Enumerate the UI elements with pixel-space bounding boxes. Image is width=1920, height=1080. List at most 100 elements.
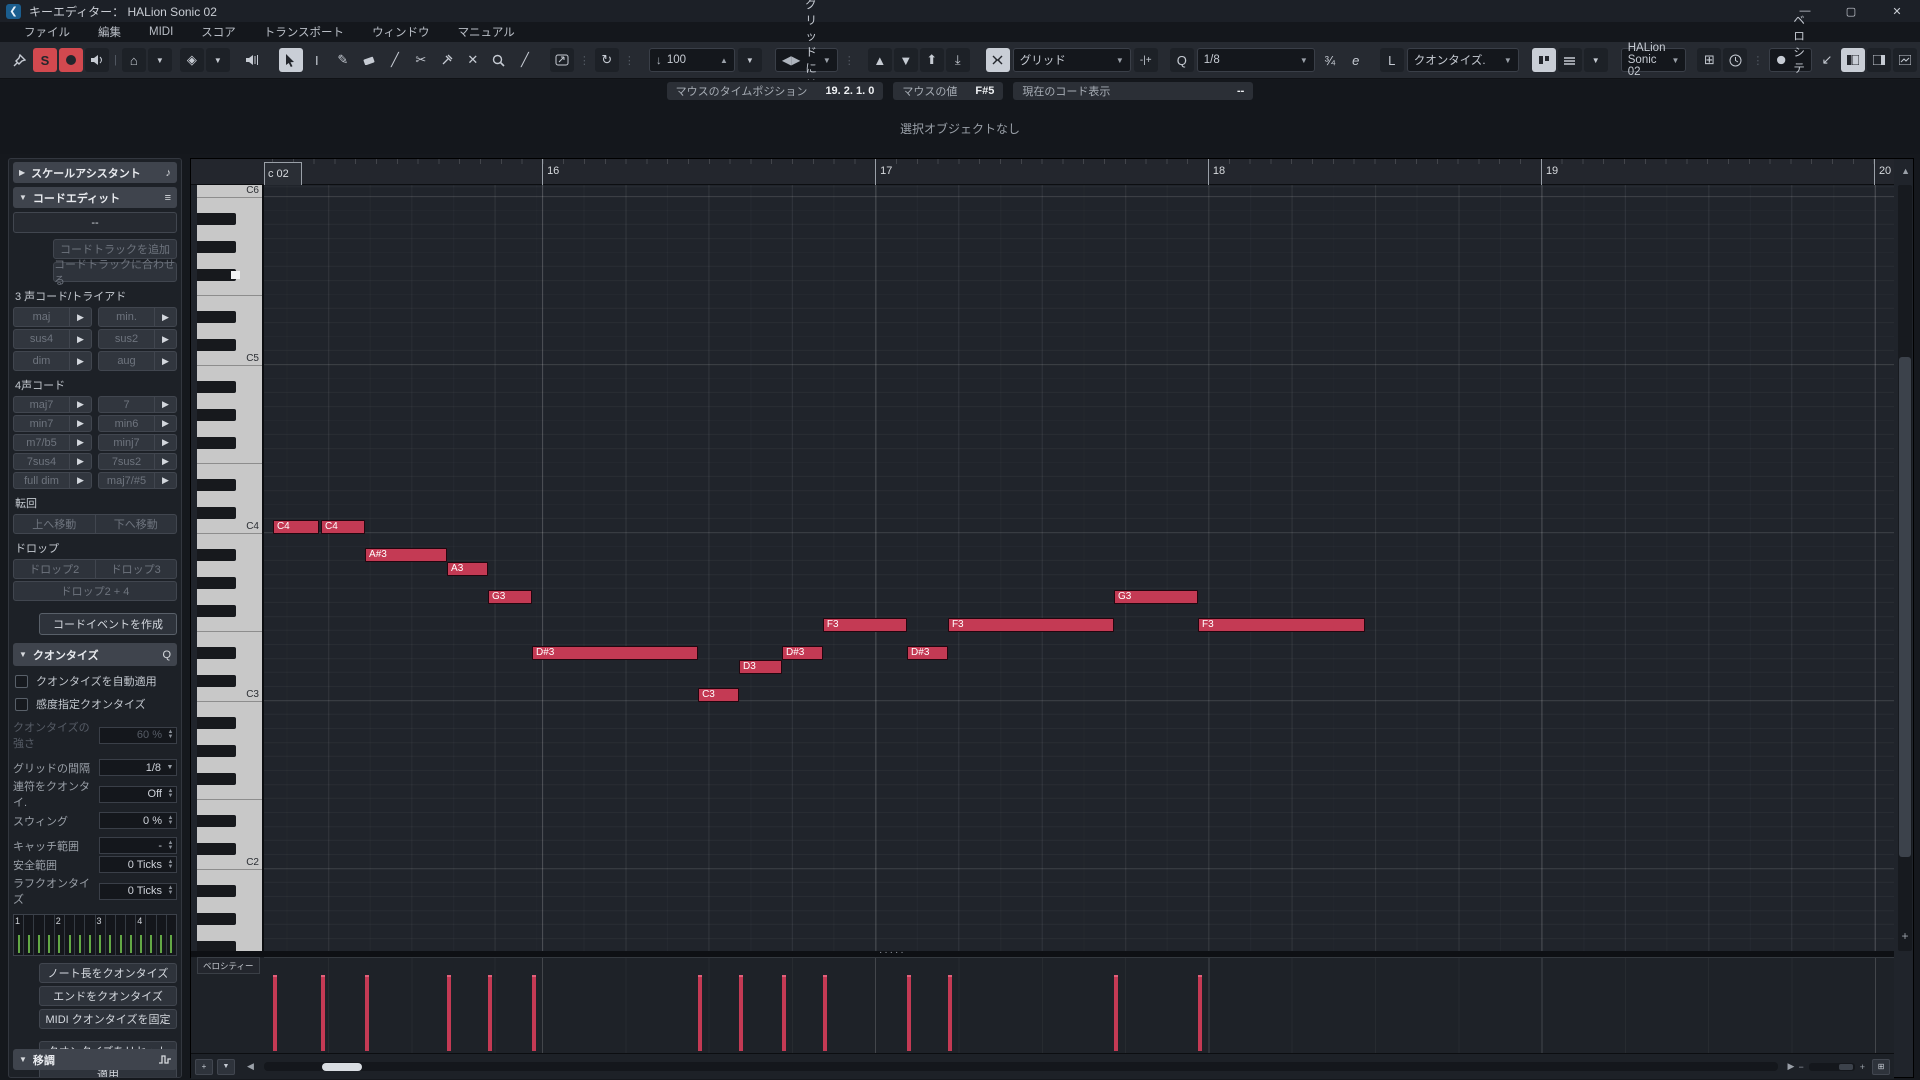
piano-key-B5[interactable] (197, 198, 262, 212)
black-key[interactable] (197, 577, 236, 589)
piano-key-G#2[interactable] (197, 744, 262, 758)
piano-key-A1[interactable] (197, 898, 262, 912)
piano-key-G#1[interactable] (197, 912, 262, 926)
black-key[interactable] (197, 605, 236, 617)
open-lower-zone-icon[interactable]: ↙ (1815, 48, 1839, 72)
chord-play-icon[interactable]: ▶ (69, 352, 91, 370)
black-key[interactable] (197, 773, 236, 785)
black-key[interactable] (197, 339, 236, 351)
section-chord-edit[interactable]: ▼ コードエディット ≡ (13, 187, 177, 208)
piano-key-A#3[interactable] (197, 548, 262, 562)
piano-key-B1[interactable] (197, 870, 262, 884)
show-right-zone-button[interactable] (1866, 48, 1891, 72)
black-key[interactable] (197, 241, 236, 253)
chord-play-icon[interactable]: ▶ (69, 454, 91, 469)
piano-key-G#3[interactable] (197, 576, 262, 590)
insert-velocity-dropdown[interactable]: ▼ (737, 48, 762, 72)
midi-note-A3[interactable]: A3 (447, 562, 488, 577)
timeline-ruler[interactable]: 16 17 18 19 20 c 02 (191, 159, 1894, 185)
drop2-button[interactable]: ドロップ2 (13, 559, 96, 579)
black-key[interactable] (197, 647, 236, 659)
piano-key-F2[interactable] (197, 786, 262, 800)
event-type-dropdown[interactable]: ベロシティー (1769, 15, 1812, 107)
piano-key-D#4[interactable] (197, 478, 262, 492)
spinner-icon[interactable]: ▲ ▼ (165, 859, 176, 870)
midi-note-F3[interactable]: F3 (947, 618, 1114, 633)
chord-play-icon[interactable]: ▶ (69, 330, 91, 348)
piano-key-F#1[interactable] (197, 940, 262, 951)
chord-button-min[interactable]: min. ▶ (98, 307, 177, 327)
black-key[interactable] (197, 675, 236, 687)
pin-icon[interactable] (7, 48, 31, 72)
menu-item-5[interactable]: ウィンドウ (358, 24, 444, 40)
independent-loop-icon[interactable]: ↻ (594, 48, 619, 72)
piano-key-A#2[interactable] (197, 716, 262, 730)
velocity-bar-D#3[interactable] (531, 975, 536, 1051)
audition-icon[interactable] (241, 48, 265, 72)
piano-key-F#2[interactable] (197, 772, 262, 786)
black-key[interactable] (197, 311, 236, 323)
midi-note-D3[interactable]: D3 (738, 659, 782, 674)
show-left-zone-button[interactable] (1840, 48, 1865, 72)
piano-key-D#5[interactable] (197, 310, 262, 324)
piano-key-G#4[interactable] (197, 408, 262, 422)
piano-keyboard[interactable]: C6 C5 C4 C3 C2 (197, 185, 264, 951)
piano-key-B2[interactable] (197, 702, 262, 716)
zoom-slider-thumb[interactable] (1838, 1063, 1853, 1070)
piano-key-D5[interactable] (197, 324, 262, 338)
vertical-zoom-plus-icon[interactable]: + (1898, 929, 1912, 943)
erase-tool[interactable] (357, 48, 381, 72)
chord-button-sus4[interactable]: sus4 ▶ (13, 329, 92, 349)
autoscroll-icon[interactable] (549, 48, 574, 72)
spinner-icon[interactable]: ▲ ▼ (165, 729, 176, 740)
black-key[interactable] (197, 745, 236, 757)
vertical-scrollbar-thumb[interactable] (1899, 357, 1911, 857)
piano-key-B4[interactable] (197, 366, 262, 380)
menu-item-2[interactable]: MIDI (135, 26, 187, 38)
midi-note-G3[interactable]: G3 (1114, 589, 1198, 604)
black-key[interactable] (197, 549, 236, 561)
chord-play-icon[interactable]: ▶ (154, 435, 176, 450)
current-chord-button[interactable]: -- (13, 212, 177, 233)
glue-tool[interactable] (435, 48, 459, 72)
chord-play-icon[interactable]: ▶ (69, 473, 91, 488)
insert-mode-dropdown[interactable]: ▼ (147, 48, 172, 72)
black-key[interactable] (197, 717, 236, 729)
param-field[interactable]: Off ▲ ▼ (99, 785, 177, 803)
close-button[interactable]: ✕ (1874, 0, 1920, 22)
chord-button-7sus2[interactable]: 7sus2 ▶ (98, 453, 177, 470)
piano-key-A4[interactable] (197, 394, 262, 408)
piano-key-B3[interactable] (197, 534, 262, 548)
piano-key-F#4[interactable] (197, 436, 262, 450)
acoustic-feedback-icon[interactable] (85, 48, 109, 72)
velocity-bar-F3[interactable] (1197, 975, 1202, 1051)
piano-key-A2[interactable] (197, 730, 262, 744)
match-chord-track-button[interactable]: コードトラックに合わせる (53, 259, 177, 287)
insert-mode-icon[interactable]: ⌂ (121, 48, 146, 72)
drum-map-icon[interactable]: ⊞ (1697, 48, 1722, 72)
mute-tool[interactable]: ✕ (461, 48, 485, 72)
chord-button-fulldim[interactable]: full dim ▶ (13, 472, 92, 489)
split-tool[interactable]: ✂ (409, 48, 433, 72)
midi-note-D#3[interactable]: D#3 (531, 645, 698, 660)
velocity-bar-D#3[interactable] (782, 975, 786, 1051)
snap-type-dropdown[interactable]: グリッド ▼ (1012, 48, 1131, 72)
vertical-scrollbar[interactable] (1898, 185, 1912, 951)
spinner-icon[interactable]: ▲ ▼ (165, 788, 176, 799)
scroll-right-icon[interactable]: ▶ (1786, 1061, 1797, 1072)
black-key[interactable] (197, 409, 236, 421)
velocity-bar-C3[interactable] (698, 975, 703, 1051)
midi-note-A#3[interactable]: A#3 (365, 548, 448, 562)
velocity-bar-D#3[interactable] (907, 975, 912, 1051)
move-up-button[interactable]: ▲ (867, 48, 892, 72)
velocity-bar-F3[interactable] (947, 975, 952, 1051)
piano-key-C5[interactable]: C5 (197, 352, 262, 366)
param-field[interactable]: 0 % ▲ ▼ (99, 812, 177, 829)
velocity-bar-C4[interactable] (272, 975, 277, 1051)
chord-play-icon[interactable]: ▶ (69, 416, 91, 431)
chord-play-icon[interactable]: ▶ (69, 308, 91, 326)
midi-note-F3[interactable]: F3 (1197, 618, 1366, 633)
move-up-chord-button[interactable]: 上へ移動 (13, 514, 96, 534)
piano-key-E2[interactable] (197, 800, 262, 814)
zoom-out-icon[interactable]: − (1796, 1062, 1805, 1072)
